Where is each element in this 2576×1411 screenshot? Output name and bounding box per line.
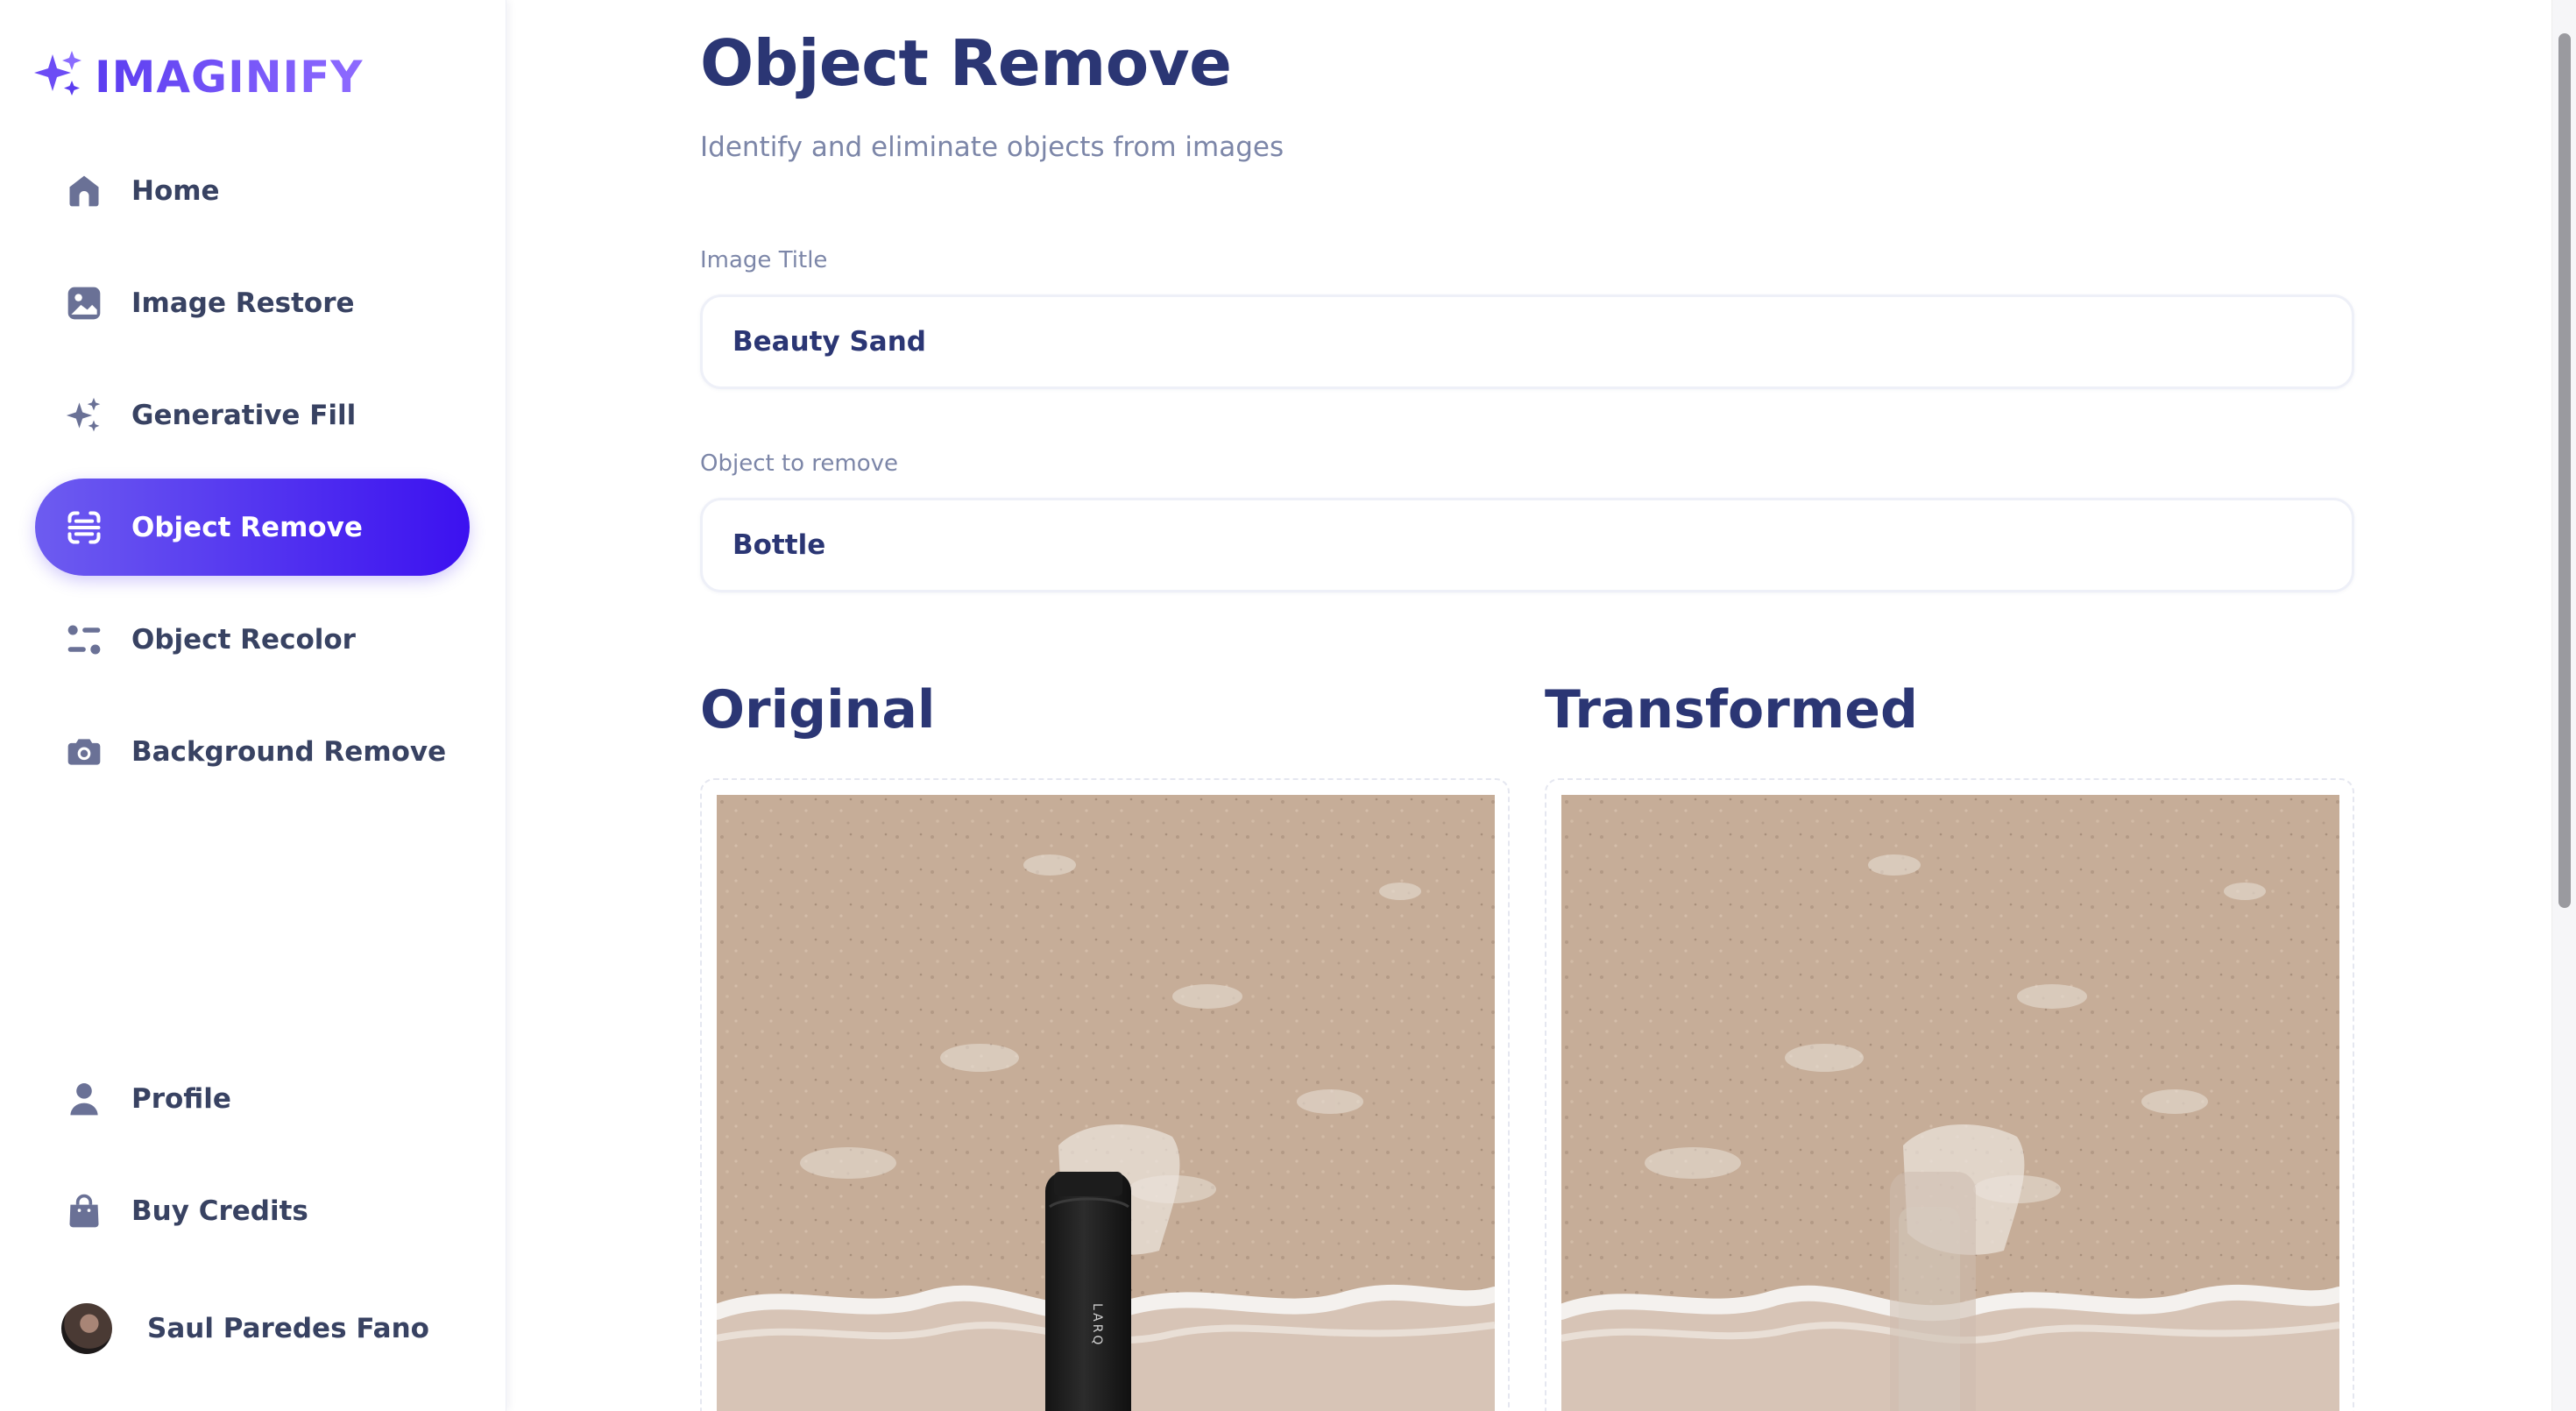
brand-name: IMAGINIFY (95, 52, 364, 103)
sidebar-item-label: Generative Fill (131, 399, 357, 431)
scan-icon (63, 507, 105, 549)
shopping-bag-icon (63, 1190, 105, 1232)
transformed-heading: Transformed (1545, 679, 1918, 741)
original-image: LARQ (717, 795, 1495, 1411)
scrollbar[interactable] (2551, 0, 2576, 1411)
sidebar-item-object-remove[interactable]: Object Remove (35, 479, 470, 576)
original-image-card[interactable]: LARQ (700, 778, 1510, 1411)
sidebar-item-image-restore[interactable]: Image Restore (35, 254, 470, 351)
transformed-image-card[interactable] (1545, 778, 2354, 1411)
page-subtitle: Identify and eliminate objects from imag… (700, 131, 1284, 163)
sidebar-item-profile[interactable]: Profile (35, 1050, 470, 1147)
sidebar-item-label: Background Remove (131, 735, 447, 768)
image-title-label: Image Title (700, 247, 828, 273)
sidebar-item-object-recolor[interactable]: Object Recolor (35, 591, 470, 688)
user-name: Saul Paredes Fano (147, 1313, 429, 1344)
home-icon (63, 170, 105, 212)
sidebar: IMAGINIFY Home Image Restore Generative … (0, 0, 506, 1411)
original-heading: Original (700, 679, 936, 741)
bottle-brand-label: LARQ (1090, 1303, 1104, 1347)
sparkles-logo-icon (33, 49, 86, 105)
user-icon (63, 1078, 105, 1120)
sidebar-item-label: Image Restore (131, 287, 355, 319)
main-content: Object Remove Identify and eliminate obj… (506, 0, 2576, 1411)
sidebar-item-label: Object Recolor (131, 623, 356, 656)
scrollbar-thumb[interactable] (2558, 33, 2571, 908)
camera-icon (63, 731, 105, 773)
sidebar-item-label: Home (131, 174, 220, 207)
filter-icon (63, 619, 105, 661)
object-to-remove-label: Object to remove (700, 450, 899, 477)
object-to-remove-input[interactable] (700, 498, 2354, 592)
image-title-input[interactable] (700, 294, 2354, 389)
transformed-image (1561, 795, 2339, 1411)
sidebar-item-label: Profile (131, 1082, 231, 1115)
logo[interactable]: IMAGINIFY (33, 49, 364, 105)
sidebar-item-buy-credits[interactable]: Buy Credits (35, 1162, 470, 1259)
image-icon (63, 282, 105, 324)
user-profile[interactable]: Saul Paredes Fano (61, 1302, 429, 1355)
sidebar-item-generative-fill[interactable]: Generative Fill (35, 366, 470, 464)
avatar[interactable] (61, 1303, 112, 1354)
page-title: Object Remove (700, 26, 1232, 100)
sidebar-item-home[interactable]: Home (35, 142, 470, 239)
app-root: IMAGINIFY Home Image Restore Generative … (0, 0, 2576, 1411)
sidebar-item-background-remove[interactable]: Background Remove (35, 703, 470, 800)
sparkles-icon (63, 394, 105, 436)
sidebar-item-label: Object Remove (131, 511, 363, 543)
sidebar-item-label: Buy Credits (131, 1195, 308, 1227)
